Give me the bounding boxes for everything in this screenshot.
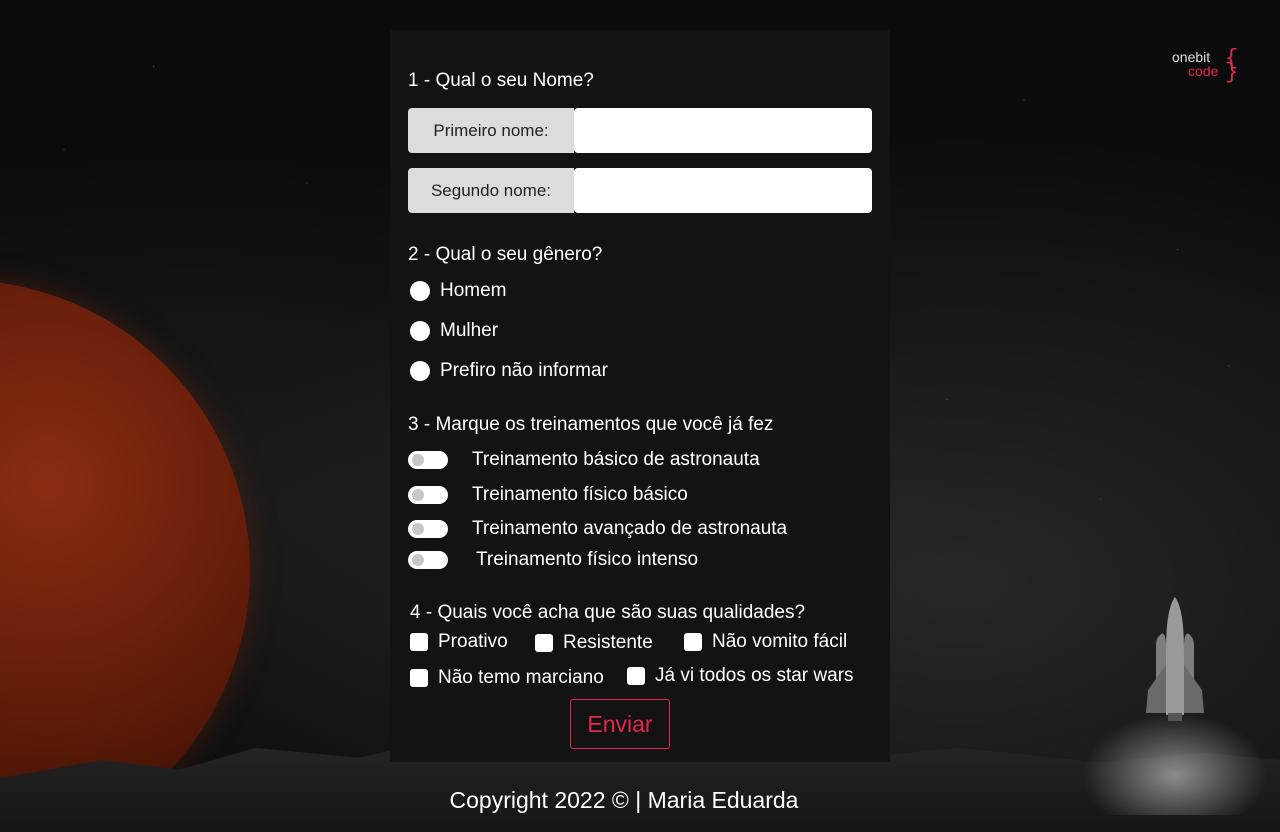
quality-label: Já vi todos os star wars — [655, 665, 854, 686]
quality-checkbox-proativo[interactable]: Proativo — [410, 631, 508, 653]
application-form: 1 - Qual o seu Nome? Primeiro nome: Segu… — [390, 30, 890, 762]
toggle-switch[interactable] — [408, 451, 448, 469]
brand-logo: onebit code { } — [1172, 48, 1238, 84]
training-toggle-fisico-basico[interactable]: Treinamento físico básico — [408, 484, 688, 506]
toggle-switch[interactable] — [408, 551, 448, 569]
brand-line-1: onebit — [1172, 49, 1211, 65]
radio-circle-icon[interactable] — [410, 321, 430, 341]
training-label: Treinamento avançado de astronauta — [472, 518, 788, 539]
gender-option-label: Homem — [440, 280, 507, 301]
last-name-input[interactable] — [574, 168, 872, 213]
checkbox-icon[interactable] — [410, 669, 428, 687]
gender-option-label: Mulher — [440, 320, 499, 341]
quality-label: Não vomito fácil — [712, 631, 848, 652]
gender-option-homem[interactable]: Homem — [410, 280, 507, 302]
first-name-input[interactable] — [574, 108, 872, 153]
gender-option-mulher[interactable]: Mulher — [410, 320, 498, 342]
training-label: Treinamento básico de astronauta — [472, 449, 760, 470]
rocket-icon — [1146, 597, 1204, 721]
quality-checkbox-resistente[interactable]: Resistente — [535, 632, 653, 654]
quality-label: Proativo — [438, 631, 508, 652]
brand-line-2: code — [1188, 63, 1219, 79]
quality-label: Resistente — [563, 632, 653, 653]
last-name-field-group: Segundo nome: — [408, 168, 872, 213]
quality-checkbox-nao-temo-marciano[interactable]: Não temo marciano — [410, 667, 604, 689]
radio-circle-icon[interactable] — [410, 281, 430, 301]
question-qualities-title: 4 - Quais você acha que são suas qualida… — [410, 602, 806, 623]
training-toggle-basico-astronauta[interactable]: Treinamento básico de astronauta — [408, 449, 760, 471]
radio-circle-icon[interactable] — [410, 361, 430, 381]
checkbox-icon[interactable] — [627, 667, 645, 685]
training-toggle-avancado-astronauta[interactable]: Treinamento avançado de astronauta — [408, 518, 787, 540]
checkbox-icon[interactable] — [410, 633, 428, 651]
brand-brace-icon: { } — [1225, 46, 1239, 85]
quality-label: Não temo marciano — [438, 667, 604, 688]
last-name-label: Segundo nome: — [408, 168, 574, 213]
training-label: Treinamento físico intenso — [476, 549, 699, 570]
question-name-title: 1 - Qual o seu Nome? — [408, 70, 594, 91]
checkbox-icon[interactable] — [684, 633, 702, 651]
first-name-field-group: Primeiro nome: — [408, 108, 872, 153]
training-label: Treinamento físico básico — [472, 484, 688, 505]
gender-option-label: Prefiro não informar — [440, 360, 608, 381]
gender-option-prefiro-nao-informar[interactable]: Prefiro não informar — [410, 360, 608, 382]
quality-checkbox-ja-vi-star-wars[interactable]: Já vi todos os star wars — [627, 665, 854, 687]
toggle-switch[interactable] — [408, 520, 448, 538]
question-trainings-title: 3 - Marque os treinamentos que você já f… — [408, 414, 774, 435]
first-name-label: Primeiro nome: — [408, 108, 574, 153]
toggle-switch[interactable] — [408, 486, 448, 504]
question-gender-title: 2 - Qual o seu gênero? — [408, 244, 603, 265]
submit-button[interactable]: Enviar — [570, 699, 670, 749]
quality-checkbox-nao-vomito-facil[interactable]: Não vomito fácil — [684, 631, 847, 653]
checkbox-icon[interactable] — [535, 634, 553, 652]
footer-copyright: Copyright 2022 © | Maria Eduarda — [449, 787, 799, 813]
training-toggle-fisico-intenso[interactable]: Treinamento físico intenso — [408, 549, 698, 571]
